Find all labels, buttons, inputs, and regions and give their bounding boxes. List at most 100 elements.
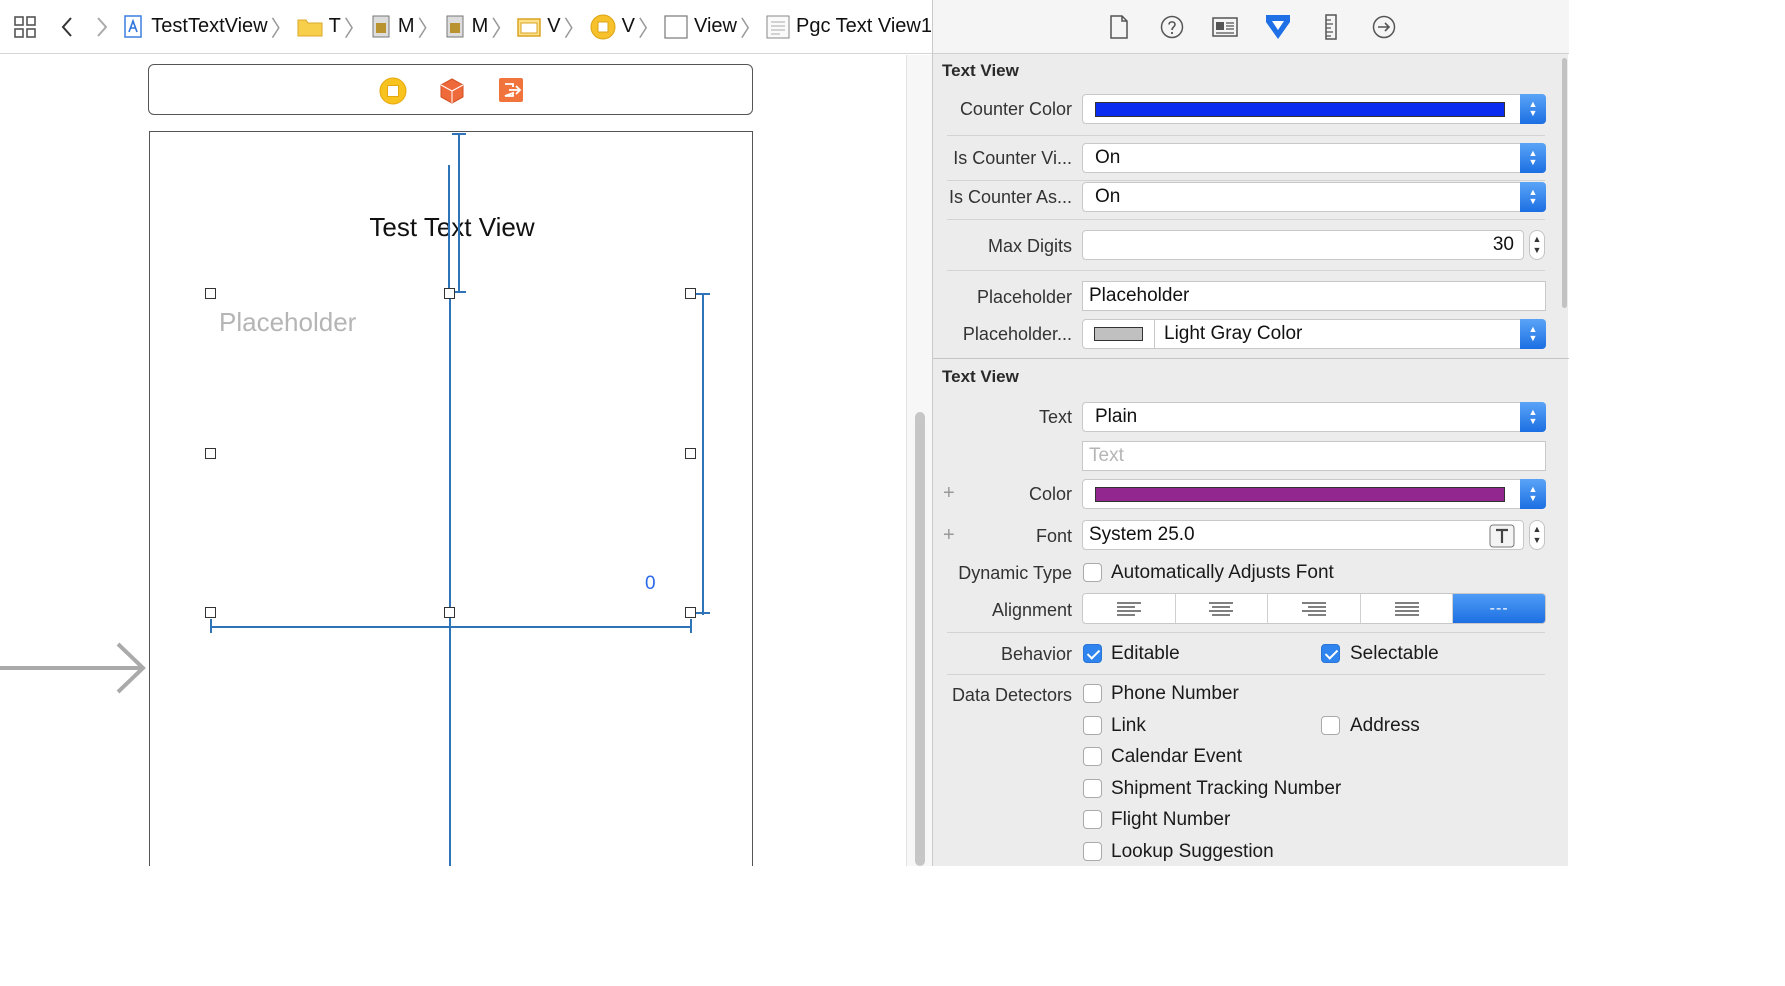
tab-quick-help[interactable] [1145, 0, 1198, 54]
add-color-variation-icon[interactable]: + [943, 482, 955, 505]
flight-number-checkbox[interactable] [1083, 810, 1102, 829]
inspector-scrollbar-thumb[interactable] [1562, 58, 1567, 308]
text-color-well[interactable]: ▲ ▼ [1082, 479, 1546, 509]
tab-file-inspector[interactable] [1092, 0, 1145, 54]
view-controller-icon[interactable] [379, 77, 407, 105]
constraint-line[interactable] [458, 133, 460, 293]
breadcrumb-item-project[interactable]: TestTextView [123, 14, 268, 39]
constraint-line[interactable] [696, 293, 710, 295]
tab-identity-inspector[interactable] [1198, 0, 1251, 54]
align-center-button[interactable] [1176, 594, 1269, 623]
breadcrumb-label: M [471, 15, 489, 37]
help-icon [1160, 15, 1183, 38]
auto-adjusts-font-checkbox[interactable] [1083, 563, 1102, 582]
flight-number-label: Flight Number [1111, 809, 1231, 830]
link-checkbox[interactable] [1083, 716, 1102, 735]
resize-handle[interactable] [205, 288, 216, 299]
add-font-variation-icon[interactable]: + [943, 524, 955, 547]
scrollbar-thumb[interactable] [915, 412, 925, 866]
resize-handle[interactable] [685, 288, 696, 299]
constraint-line[interactable] [449, 293, 451, 866]
is-counter-as-popup[interactable]: On ▲ ▼ [1082, 182, 1546, 212]
constraint-line[interactable] [210, 626, 692, 628]
file-icon [1109, 14, 1128, 39]
align-left-button[interactable] [1083, 594, 1176, 623]
constraint-line[interactable] [696, 612, 710, 614]
placeholder-field[interactable]: Placeholder [1082, 281, 1546, 311]
scene-dock[interactable] [148, 64, 753, 115]
breadcrumb-item-storyboard[interactable]: M [444, 15, 489, 39]
calendar-event-label: Calendar Event [1111, 746, 1242, 767]
text-type-popup[interactable]: Plain ▲ ▼ [1082, 402, 1546, 432]
counter-color-well[interactable]: ▲ ▼ [1082, 94, 1546, 124]
text-content-field[interactable]: Text [1082, 441, 1546, 471]
forward-button[interactable] [84, 0, 119, 54]
resize-handle[interactable] [205, 448, 216, 459]
is-counter-as-label: Is Counter As... [948, 187, 1072, 207]
alignment-segmented-control[interactable]: --- [1082, 593, 1546, 624]
selectable-checkbox[interactable] [1321, 644, 1340, 663]
max-digits-stepper[interactable]: ▲ ▼ [1529, 230, 1545, 260]
breadcrumb-item-storyboard-file[interactable]: M [370, 15, 415, 39]
grid-icon [13, 15, 36, 38]
align-natural-button[interactable]: --- [1453, 594, 1545, 623]
inspector-tab-bar [933, 0, 1569, 54]
placeholder-color-label: Placeholder... [962, 324, 1072, 344]
storyboard-canvas[interactable]: Test Text View Placeholder 0 [0, 55, 932, 866]
align-right-button[interactable] [1268, 594, 1361, 623]
resize-handle[interactable] [685, 448, 696, 459]
editable-checkbox[interactable] [1083, 644, 1102, 663]
max-digits-field[interactable]: 30 [1082, 230, 1524, 260]
resize-handle[interactable] [444, 288, 455, 299]
breadcrumb-item-text-view[interactable]: Pgc Text View1 [766, 15, 932, 39]
behavior-label: Behavior [1000, 644, 1072, 664]
constraint-line[interactable] [210, 619, 212, 633]
exit-icon[interactable] [498, 77, 524, 103]
selectable-label: Selectable [1350, 643, 1439, 664]
address-checkbox[interactable] [1321, 716, 1340, 735]
divider [947, 674, 1545, 675]
popup-arrows-icon: ▲ ▼ [1520, 402, 1546, 432]
tab-connections-inspector[interactable] [1357, 0, 1410, 54]
canvas-vertical-scrollbar[interactable] [906, 55, 932, 866]
breadcrumb-item-view[interactable]: View [664, 14, 737, 39]
breadcrumb-item-view-controller[interactable]: V [590, 14, 635, 40]
resize-handle[interactable] [685, 607, 696, 618]
first-responder-icon[interactable] [439, 77, 465, 105]
placeholder-label: Placeholder [976, 287, 1072, 307]
placeholder-color-popup[interactable]: Light Gray Color ▲ ▼ [1082, 319, 1546, 349]
constraint-line[interactable] [452, 133, 466, 135]
shipment-tracking-checkbox[interactable] [1083, 779, 1102, 798]
constraint-line[interactable] [702, 293, 704, 615]
constraint-line[interactable] [448, 165, 450, 293]
text-color-swatch [1095, 487, 1505, 502]
breadcrumb-item-folder[interactable]: T [297, 15, 341, 39]
breadcrumb-item-scene[interactable]: V [517, 15, 561, 39]
back-button[interactable] [49, 0, 84, 54]
align-justify-button[interactable] [1361, 594, 1454, 623]
breadcrumb-label: TestTextView [151, 15, 268, 37]
dynamic-type-label: Dynamic Type [958, 563, 1072, 583]
title-label[interactable]: Test Text View [150, 212, 754, 243]
resize-handle[interactable] [444, 607, 455, 618]
align-justify-icon [1394, 601, 1419, 616]
divider [947, 135, 1545, 136]
font-field[interactable]: System 25.0 [1082, 520, 1524, 550]
tab-attributes-inspector[interactable] [1251, 0, 1304, 54]
xcode-project-icon [124, 14, 143, 38]
constraint-line[interactable] [690, 619, 692, 633]
placeholder-color-name: Light Gray Color [1164, 323, 1303, 344]
font-size-stepper[interactable]: ▲ ▼ [1529, 520, 1545, 550]
calendar-event-checkbox[interactable] [1083, 747, 1102, 766]
tab-size-inspector[interactable] [1304, 0, 1357, 54]
is-counter-visible-popup[interactable]: On ▲ ▼ [1082, 143, 1546, 173]
view-controller-frame[interactable]: Test Text View Placeholder 0 [149, 131, 753, 866]
divider [947, 180, 1545, 181]
section-divider [933, 358, 1569, 359]
lookup-suggestion-checkbox[interactable] [1083, 842, 1102, 861]
font-picker-icon[interactable] [1489, 524, 1515, 548]
placeholder-color-well[interactable] [1083, 320, 1155, 348]
related-items-button[interactable] [0, 0, 49, 54]
resize-handle[interactable] [205, 607, 216, 618]
phone-number-checkbox[interactable] [1083, 684, 1102, 703]
